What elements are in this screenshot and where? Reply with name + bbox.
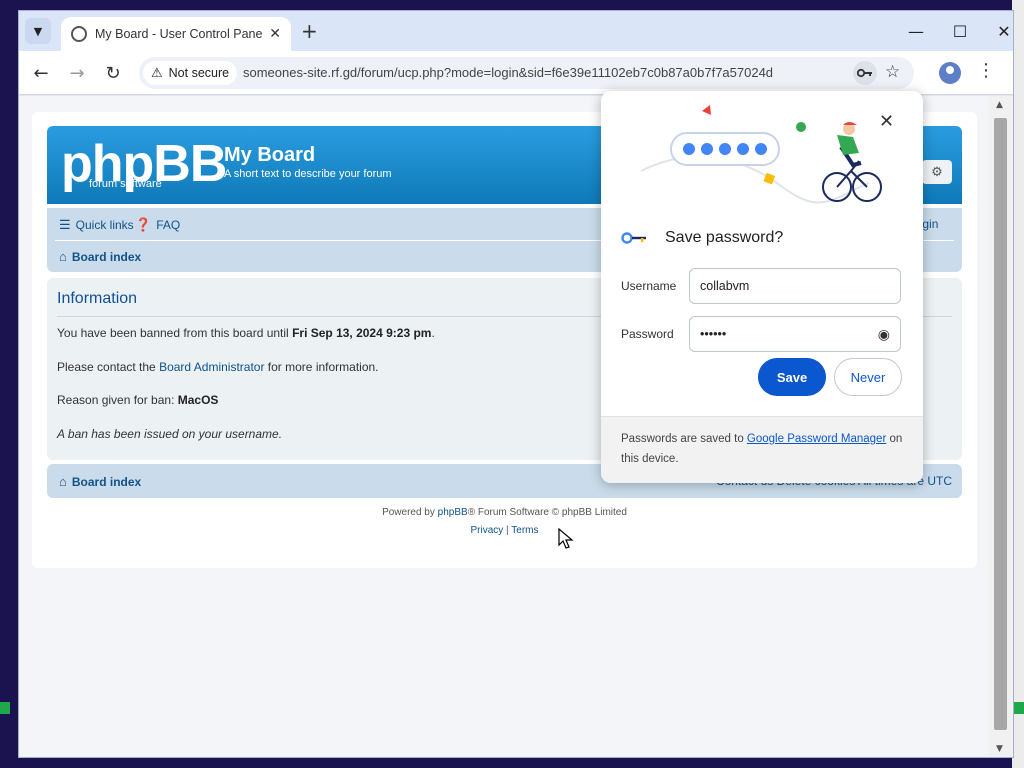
- back-button[interactable]: ←: [29, 61, 53, 85]
- site-name: My Board: [224, 144, 316, 166]
- password-label: Password: [621, 327, 674, 341]
- username-label: Username: [621, 279, 677, 293]
- close-window-button[interactable]: ✕: [981, 11, 1013, 51]
- tab-my-board[interactable]: My Board - User Control Panel - ✕: [61, 17, 291, 51]
- menu-dots-icon[interactable]: ⋮: [977, 60, 995, 81]
- password-value: ••••••: [700, 327, 727, 341]
- footer-prefix: Passwords are saved to: [621, 433, 747, 445]
- desktop-marker-left: [0, 702, 10, 714]
- password-manager-link[interactable]: Google Password Manager: [747, 433, 886, 445]
- faq-link[interactable]: ❓ FAQ: [135, 217, 180, 233]
- save-button[interactable]: Save: [758, 358, 826, 396]
- browser-window: ▼ My Board - User Control Panel - ✕ + — …: [18, 10, 1014, 758]
- minimize-button[interactable]: —: [893, 11, 939, 51]
- quick-links-label: Quick links: [75, 218, 134, 232]
- privacy-link[interactable]: Privacy: [470, 525, 503, 536]
- url-text[interactable]: someones-site.rf.gd/forum/ucp.php?mode=l…: [243, 65, 773, 80]
- desktop-marker-right: [1014, 702, 1024, 714]
- address-bar[interactable]: ⚠ Not secure someones-site.rf.gd/forum/u…: [139, 57, 914, 89]
- terms-link[interactable]: Terms: [511, 525, 538, 536]
- site-description: A short text to describe your forum: [224, 168, 392, 180]
- mouse-cursor-icon: [558, 528, 574, 549]
- contact-prefix: Please contact the: [57, 360, 160, 374]
- powered-prefix: Powered by: [382, 507, 438, 518]
- never-button[interactable]: Never: [834, 358, 902, 396]
- bubble-title-row: Save password?: [621, 229, 783, 247]
- key-icon: [621, 232, 646, 244]
- hamburger-icon: ☰: [59, 217, 71, 232]
- page-scrollbar[interactable]: ▲ ▼: [989, 96, 1013, 757]
- bubble-footer: Passwords are saved to Google Password M…: [601, 416, 923, 483]
- contact-suffix: for more information.: [264, 360, 379, 374]
- powered-by: Powered by phpBB® Forum Software © phpBB…: [32, 507, 977, 518]
- bubble-title: Save password?: [665, 229, 784, 246]
- ban-note: A ban has been issued on your username.: [57, 427, 283, 441]
- board-admin-link[interactable]: Board Administrator: [159, 360, 264, 374]
- tab-search-button[interactable]: ▼: [25, 18, 51, 44]
- reason-prefix: Reason given for ban:: [57, 393, 178, 407]
- bookmark-star-icon[interactable]: ☆: [885, 62, 900, 82]
- profile-avatar[interactable]: [939, 62, 961, 84]
- phpbb-link[interactable]: phpBB: [438, 507, 468, 518]
- advanced-search-button[interactable]: ⚙: [922, 160, 952, 184]
- browser-toolbar: ← → ↻ ⚠ Not secure someones-site.rf.gd/f…: [19, 51, 1013, 95]
- save-password-bubble: ✕ Save password? Username collabvm Passw…: [601, 91, 923, 483]
- gear-icon: ⚙: [931, 164, 943, 180]
- scroll-down-icon[interactable]: ▼: [996, 744, 1003, 754]
- tab-strip: ▼ My Board - User Control Panel - ✕ + — …: [19, 11, 1013, 51]
- home-icon: ⌂: [59, 474, 67, 489]
- tab-close-icon[interactable]: ✕: [269, 26, 281, 42]
- breadcrumb-board-index[interactable]: ⌂ Board index: [59, 249, 141, 264]
- bubble-close-icon[interactable]: ✕: [879, 111, 894, 132]
- new-tab-button[interactable]: +: [301, 19, 318, 43]
- password-illustration: [640, 105, 882, 204]
- ban-message: You have been banned from this board unt…: [57, 326, 435, 340]
- username-value: collabvm: [700, 279, 750, 293]
- password-key-icon[interactable]: [853, 61, 877, 85]
- faq-label: FAQ: [156, 218, 181, 232]
- footer-legal-links: Privacy | Terms: [32, 525, 977, 536]
- globe-icon: [71, 26, 87, 42]
- warning-icon: ⚠: [151, 65, 163, 80]
- forward-button[interactable]: →: [65, 61, 89, 85]
- scrollbar-thumb[interactable]: [994, 118, 1007, 730]
- footer-board-index[interactable]: ⌂ Board index: [59, 474, 141, 489]
- bubble-footer-text: Passwords are saved to Google Password M…: [621, 429, 911, 469]
- home-icon: ⌂: [59, 249, 67, 264]
- ban-prefix: You have been banned from this board unt…: [57, 326, 293, 340]
- security-chip-label: Not secure: [168, 66, 230, 80]
- ban-until: Fri Sep 13, 2024 9:23 pm: [292, 326, 432, 340]
- password-field[interactable]: •••••• ◉: [689, 316, 901, 352]
- tab-title: My Board - User Control Panel -: [95, 27, 264, 41]
- username-field[interactable]: collabvm: [689, 268, 901, 304]
- contact-message: Please contact the Board Administrator f…: [57, 360, 379, 374]
- powered-suffix: ® Forum Software © phpBB Limited: [467, 507, 627, 518]
- reload-button[interactable]: ↻: [101, 61, 125, 85]
- quick-links-menu[interactable]: ☰ Quick links: [59, 217, 134, 233]
- security-chip[interactable]: ⚠ Not secure: [143, 61, 238, 85]
- footer-board-index-label: Board index: [71, 474, 142, 489]
- chevron-down-icon: ▼: [33, 24, 43, 38]
- information-heading: Information: [57, 290, 138, 307]
- show-password-eye-icon[interactable]: ◉: [878, 326, 890, 343]
- reason-value: MacOS: [177, 393, 219, 407]
- maximize-button[interactable]: ☐: [937, 11, 983, 51]
- board-index-label: Board index: [71, 249, 142, 264]
- ban-suffix: .: [431, 326, 435, 340]
- question-icon: ❓: [135, 217, 152, 232]
- ban-reason: Reason given for ban: MacOS: [57, 393, 218, 407]
- scroll-up-icon[interactable]: ▲: [996, 100, 1003, 110]
- phpbb-logo-sub: forum software: [89, 178, 162, 190]
